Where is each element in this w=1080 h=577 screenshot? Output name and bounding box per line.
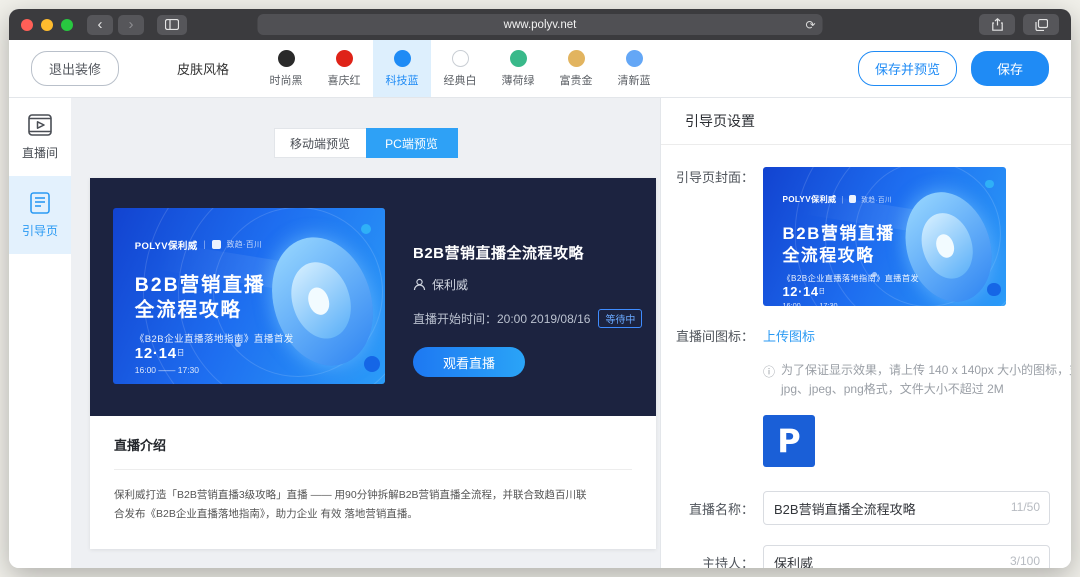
share-button[interactable] <box>979 14 1015 35</box>
url-text: www.polyv.net <box>504 19 577 31</box>
banner-subtitle: 《B2B企业直播落地指南》直播首发 <box>135 331 364 345</box>
refresh-icon[interactable]: ⟳ <box>805 18 815 32</box>
skin-toolbar: 退出装修 皮肤风格 时尚黑 喜庆红 科技蓝 经典白 <box>9 40 1071 98</box>
intro-heading: 直播介绍 <box>114 435 632 454</box>
cover-label: 引导页封面： <box>661 167 763 306</box>
live-name-row: 直播名称： 11/50 <box>661 491 1051 525</box>
person-icon <box>413 278 426 291</box>
host-row: 主持人： 3/100 <box>661 545 1051 568</box>
tabs-overview-button[interactable] <box>1023 14 1059 35</box>
share-icon <box>992 18 1003 31</box>
skin-style-label: 皮肤风格 <box>177 59 229 78</box>
back-button[interactable]: ‹ <box>87 15 113 35</box>
guide-cover-thumbnail[interactable]: POLYV保利威 | 致趋·百川 B2B营销直播 全流程攻略 《B2B企业直播落… <box>763 167 1006 306</box>
swatch-blue-dot <box>394 50 411 67</box>
preview-area: 移动端预览 PC端预览 <box>71 98 660 568</box>
live-intro-section: 直播介绍 保利威打造「B2B营销直播3级攻略」直播 —— 用90分钟拆解B2B营… <box>90 416 656 549</box>
preview-hero-section: POLYV保利威 | 致趋·百川 B2B营销直播 全流程攻略 《B2B企业直播落… <box>90 178 656 416</box>
swatch-mint-green[interactable]: 薄荷绿 <box>489 40 547 97</box>
save-button[interactable]: 保存 <box>971 51 1049 86</box>
browser-titlebar: ‹ › www.polyv.net ⟳ <box>9 9 1071 40</box>
live-name-input[interactable] <box>763 491 1050 525</box>
tabs-icon <box>1035 19 1048 31</box>
swatch-gold-dot <box>568 50 585 67</box>
cover-row: 引导页封面： <box>661 167 1051 306</box>
watch-live-button[interactable]: 观看直播 <box>413 347 525 377</box>
swatch-festive-red[interactable]: 喜庆红 <box>315 40 373 97</box>
partner-logo-icon <box>212 240 221 249</box>
skin-swatches: 时尚黑 喜庆红 科技蓝 经典白 薄荷绿 <box>257 40 663 97</box>
host-label: 主持人： <box>661 545 763 568</box>
icon-row: 直播间图标： 上传图标 ⓘ 为了保证显示效果，请上传 140 x 140px 大… <box>661 326 1051 467</box>
maximize-window-button[interactable] <box>61 19 73 31</box>
swatch-white-dot <box>452 50 469 67</box>
swatch-fresh-blue[interactable]: 清新蓝 <box>605 40 663 97</box>
start-time-text: 直播开始时间：20:00 2019/08/16 <box>413 310 590 327</box>
page-preview-card: POLYV保利威 | 致趋·百川 B2B营销直播 全流程攻略 《B2B企业直播落… <box>90 178 656 549</box>
host-name: 保利威 <box>432 276 468 293</box>
partner-logo-text: 致趋·百川 <box>227 239 263 250</box>
address-bar[interactable]: www.polyv.net ⟳ <box>258 14 823 35</box>
partner-logo-icon <box>849 195 857 203</box>
banner-time: 16:00 —— 17:30 <box>135 365 364 375</box>
preview-tabs: 移动端预览 PC端预览 <box>71 128 660 158</box>
banner-logos: POLYV保利威 | 致趋·百川 <box>135 238 364 252</box>
divider <box>114 469 632 470</box>
host-counter: 3/100 <box>1010 554 1040 568</box>
live-info-block: B2B营销直播全流程攻略 保利威 直播开始时间：20:00 2019/08/16 <box>413 208 642 416</box>
polyv-logo: POLYV保利威 <box>782 194 836 205</box>
swatch-green-dot <box>510 50 527 67</box>
tab-pc-preview[interactable]: PC端预览 <box>366 128 458 158</box>
intro-paragraph: 保利威打造「B2B营销直播3级攻略」直播 —— 用90分钟拆解B2B营销直播全流… <box>114 486 591 525</box>
swatch-lightblue-dot <box>626 50 643 67</box>
uploaded-room-icon[interactable]: P <box>763 415 815 467</box>
tab-mobile-preview[interactable]: 移动端预览 <box>274 128 366 158</box>
save-and-preview-button[interactable]: 保存并预览 <box>858 51 957 86</box>
sidebar-item-live-room[interactable]: 直播间 <box>9 98 71 176</box>
exit-decoration-button[interactable]: 退出装修 <box>31 51 119 86</box>
banner-date: 12·14日 <box>135 345 364 362</box>
swatch-fashion-black[interactable]: 时尚黑 <box>257 40 315 97</box>
editor-content: 直播间 引导页 移动端预览 PC端预览 <box>9 98 1071 568</box>
live-title: B2B营销直播全流程攻略 <box>413 242 642 263</box>
swatch-classic-white[interactable]: 经典白 <box>431 40 489 97</box>
live-cover-banner: POLYV保利威 | 致趋·百川 B2B营销直播 全流程攻略 《B2B企业直播落… <box>113 208 385 384</box>
settings-title: 引导页设置 <box>661 98 1071 145</box>
forward-button[interactable]: › <box>118 15 144 35</box>
sidebar-item-guide-page[interactable]: 引导页 <box>9 176 71 254</box>
traffic-lights <box>21 19 73 31</box>
swatch-rich-gold[interactable]: 富贵金 <box>547 40 605 97</box>
close-window-button[interactable] <box>21 19 33 31</box>
live-name-label: 直播名称： <box>661 491 763 525</box>
minimize-window-button[interactable] <box>41 19 53 31</box>
left-sidebar: 直播间 引导页 <box>9 98 71 568</box>
live-room-icon <box>27 113 53 137</box>
live-name-counter: 11/50 <box>1011 500 1040 514</box>
info-icon: ⓘ <box>763 363 775 399</box>
banner-title: B2B营销直播 全流程攻略 <box>782 223 986 266</box>
swatch-red-dot <box>336 50 353 67</box>
browser-window: ‹ › www.polyv.net ⟳ <box>9 9 1071 568</box>
guide-page-settings-panel: 引导页设置 引导页封面： <box>660 98 1071 568</box>
polyv-logo: POLYV保利威 <box>135 238 198 252</box>
guide-page-icon <box>28 191 52 215</box>
desktop-background: ‹ › www.polyv.net ⟳ <box>0 0 1080 577</box>
swatch-black-dot <box>278 50 295 67</box>
status-badge: 等待中 <box>598 309 642 328</box>
host-input[interactable] <box>763 545 1050 568</box>
sidebar-toggle-button[interactable] <box>157 15 187 35</box>
sidebar-icon <box>165 19 179 30</box>
room-icon-label: 直播间图标： <box>661 326 763 467</box>
swatch-tech-blue[interactable]: 科技蓝 <box>373 40 431 97</box>
upload-icon-link[interactable]: 上传图标 <box>763 329 815 344</box>
upload-hint: ⓘ 为了保证显示效果，请上传 140 x 140px 大小的图标，支持jpg、j… <box>763 361 1071 399</box>
banner-title: B2B营销直播 全流程攻略 <box>135 273 364 323</box>
